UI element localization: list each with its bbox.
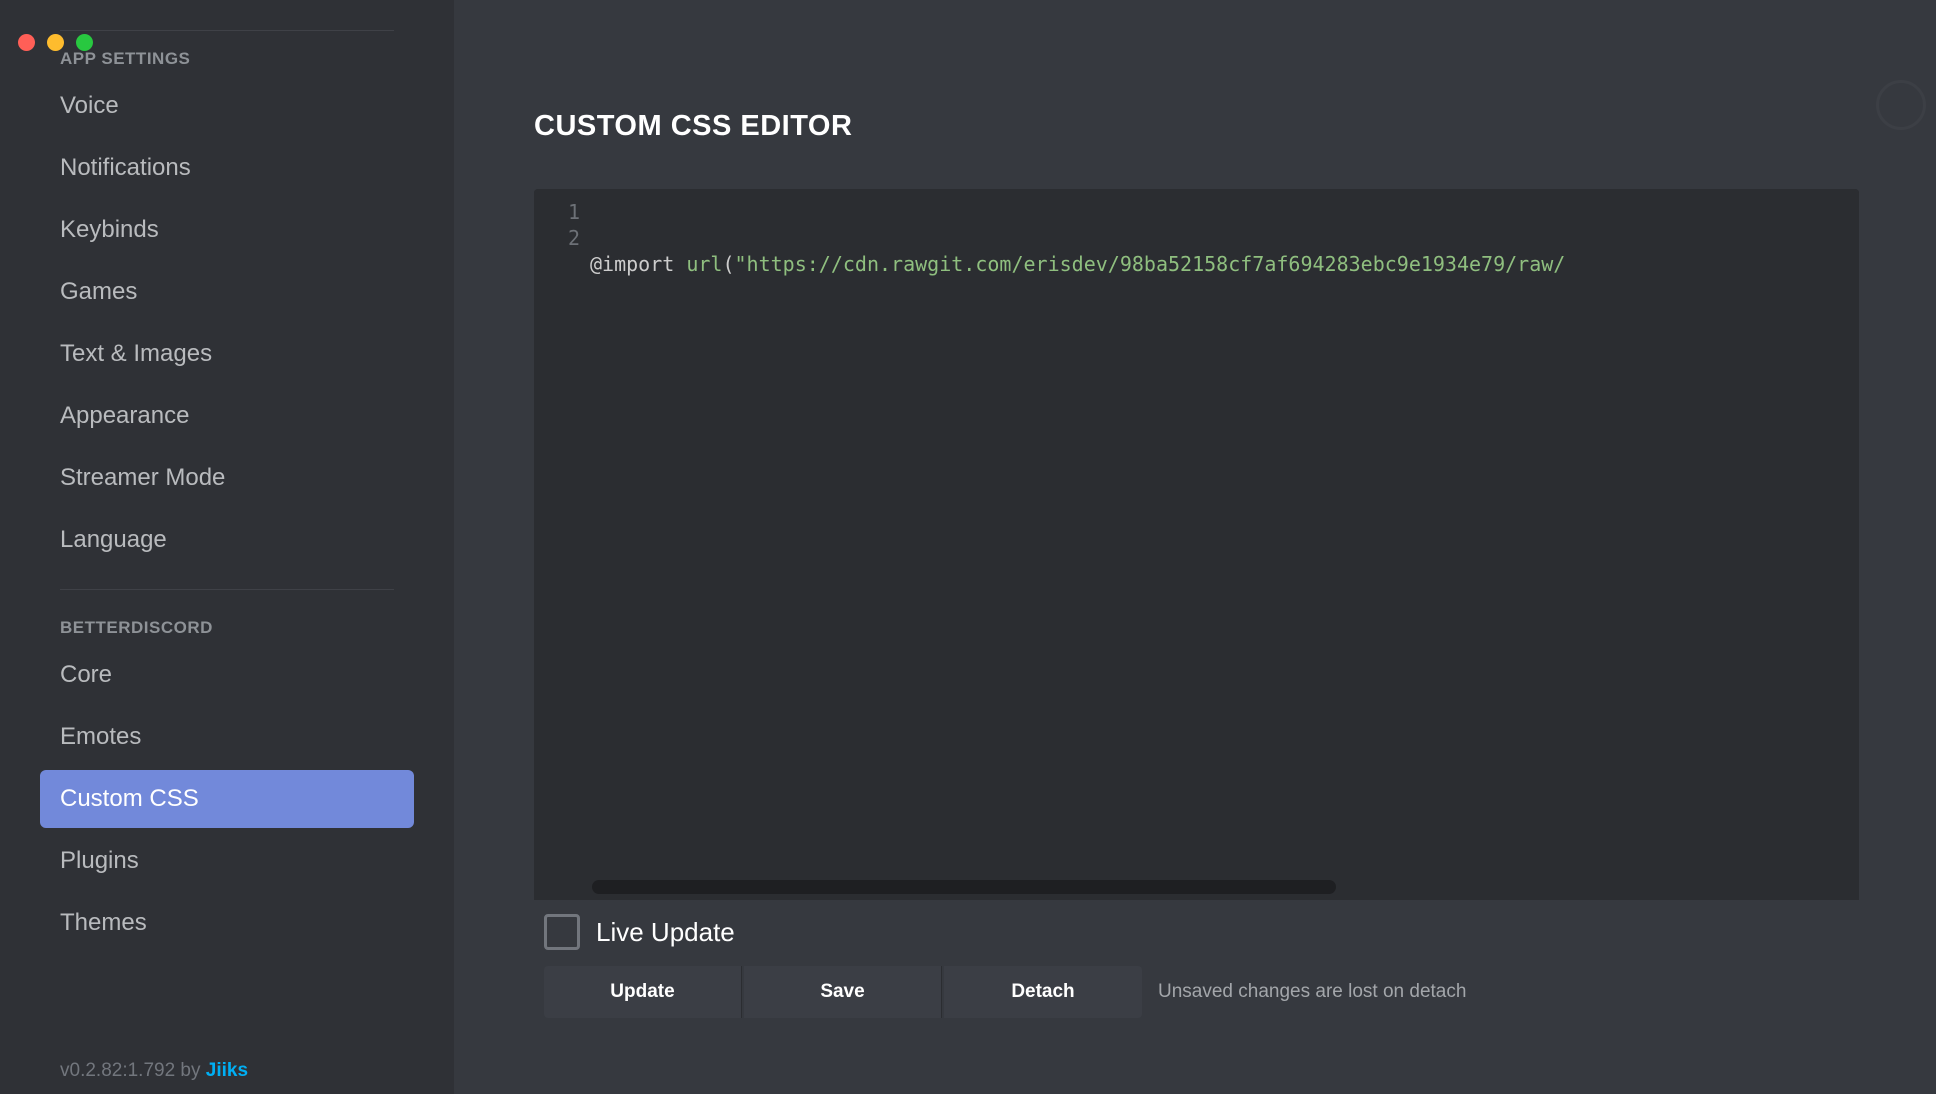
live-update-row: Live Update: [534, 900, 1859, 958]
sidebar-item-language[interactable]: Language: [40, 511, 414, 569]
sidebar-item-label: Plugins: [60, 847, 139, 874]
sidebar-item-core[interactable]: Core: [40, 646, 414, 704]
version-text: v0.2.82:1.792 by: [60, 1060, 206, 1081]
sidebar-item-voice[interactable]: Voice: [40, 77, 414, 135]
horizontal-scrollbar[interactable]: [590, 880, 1851, 894]
token-paren: (: [722, 252, 734, 276]
detach-hint: Unsaved changes are lost on detach: [1158, 981, 1466, 1003]
sidebar-item-text-images[interactable]: Text & Images: [40, 325, 414, 383]
author-link[interactable]: Jiiks: [206, 1060, 248, 1081]
scrollbar-thumb[interactable]: [592, 880, 1336, 894]
sidebar-item-streamer-mode[interactable]: Streamer Mode: [40, 449, 414, 507]
sidebar-item-custom-css[interactable]: Custom CSS: [40, 770, 414, 828]
line-number: 1: [534, 199, 580, 225]
section-header-app-settings: APP SETTINGS: [40, 37, 414, 77]
sidebar-item-label: Keybinds: [60, 216, 159, 243]
detach-button[interactable]: Detach: [944, 966, 1142, 1018]
code-lines[interactable]: @import url("https://cdn.rawgit.com/eris…: [590, 199, 1859, 407]
window-maximize-button[interactable]: [76, 34, 93, 51]
sidebar-item-label: Text & Images: [60, 340, 212, 367]
sidebar-item-label: Games: [60, 278, 137, 305]
sidebar-item-games[interactable]: Games: [40, 263, 414, 321]
token-string: "https://cdn.rawgit.com/erisdev/98ba5215…: [735, 252, 1566, 276]
sidebar-item-label: Voice: [60, 92, 119, 119]
window-controls: [18, 34, 93, 51]
sidebar-item-label: Core: [60, 661, 112, 688]
close-settings-button[interactable]: [1876, 80, 1926, 130]
sidebar-item-themes[interactable]: Themes: [40, 894, 414, 952]
app-window: APP SETTINGS Voice Notifications Keybind…: [0, 0, 1936, 1094]
sidebar-item-label: Streamer Mode: [60, 464, 225, 491]
sidebar-separator: [60, 589, 394, 590]
code-editor[interactable]: 1 2 @import url("https://cdn.rawgit.com/…: [534, 189, 1859, 900]
window-minimize-button[interactable]: [47, 34, 64, 51]
token-space: [674, 252, 686, 276]
page-title: CUSTOM CSS EDITOR: [534, 110, 1896, 143]
window-close-button[interactable]: [18, 34, 35, 51]
sidebar-item-keybinds[interactable]: Keybinds: [40, 201, 414, 259]
sidebar-item-label: Custom CSS: [60, 785, 199, 812]
css-editor-panel: 1 2 @import url("https://cdn.rawgit.com/…: [534, 189, 1859, 1038]
version-info: v0.2.82:1.792 by Jiiks: [40, 1050, 414, 1082]
token-function: url: [686, 252, 722, 276]
sidebar-item-label: Themes: [60, 909, 147, 936]
line-number: 2: [534, 225, 580, 251]
code-content: 1 2 @import url("https://cdn.rawgit.com/…: [534, 189, 1859, 407]
code-line[interactable]: @import url("https://cdn.rawgit.com/eris…: [590, 251, 1859, 277]
sidebar-item-plugins[interactable]: Plugins: [40, 832, 414, 890]
sidebar-item-label: Language: [60, 526, 167, 553]
sidebar-item-appearance[interactable]: Appearance: [40, 387, 414, 445]
settings-sidebar: APP SETTINGS Voice Notifications Keybind…: [0, 0, 454, 1094]
code-line[interactable]: [590, 329, 1859, 355]
live-update-checkbox[interactable]: [544, 914, 580, 950]
settings-content: CUSTOM CSS EDITOR 1 2 @import url("https…: [454, 0, 1936, 1094]
sidebar-item-label: Notifications: [60, 154, 191, 181]
sidebar-item-label: Appearance: [60, 402, 189, 429]
live-update-label: Live Update: [596, 917, 735, 948]
token-atrule: @import: [590, 252, 674, 276]
sidebar-item-label: Emotes: [60, 723, 141, 750]
editor-actions-row: Update Save Detach Unsaved changes are l…: [534, 958, 1859, 1038]
sidebar-item-emotes[interactable]: Emotes: [40, 708, 414, 766]
save-button[interactable]: Save: [744, 966, 942, 1018]
sidebar-item-notifications[interactable]: Notifications: [40, 139, 414, 197]
update-button[interactable]: Update: [544, 966, 742, 1018]
sidebar-separator: [60, 30, 394, 31]
section-header-betterdiscord: BETTERDISCORD: [40, 606, 414, 646]
line-number-gutter: 1 2: [534, 199, 590, 407]
